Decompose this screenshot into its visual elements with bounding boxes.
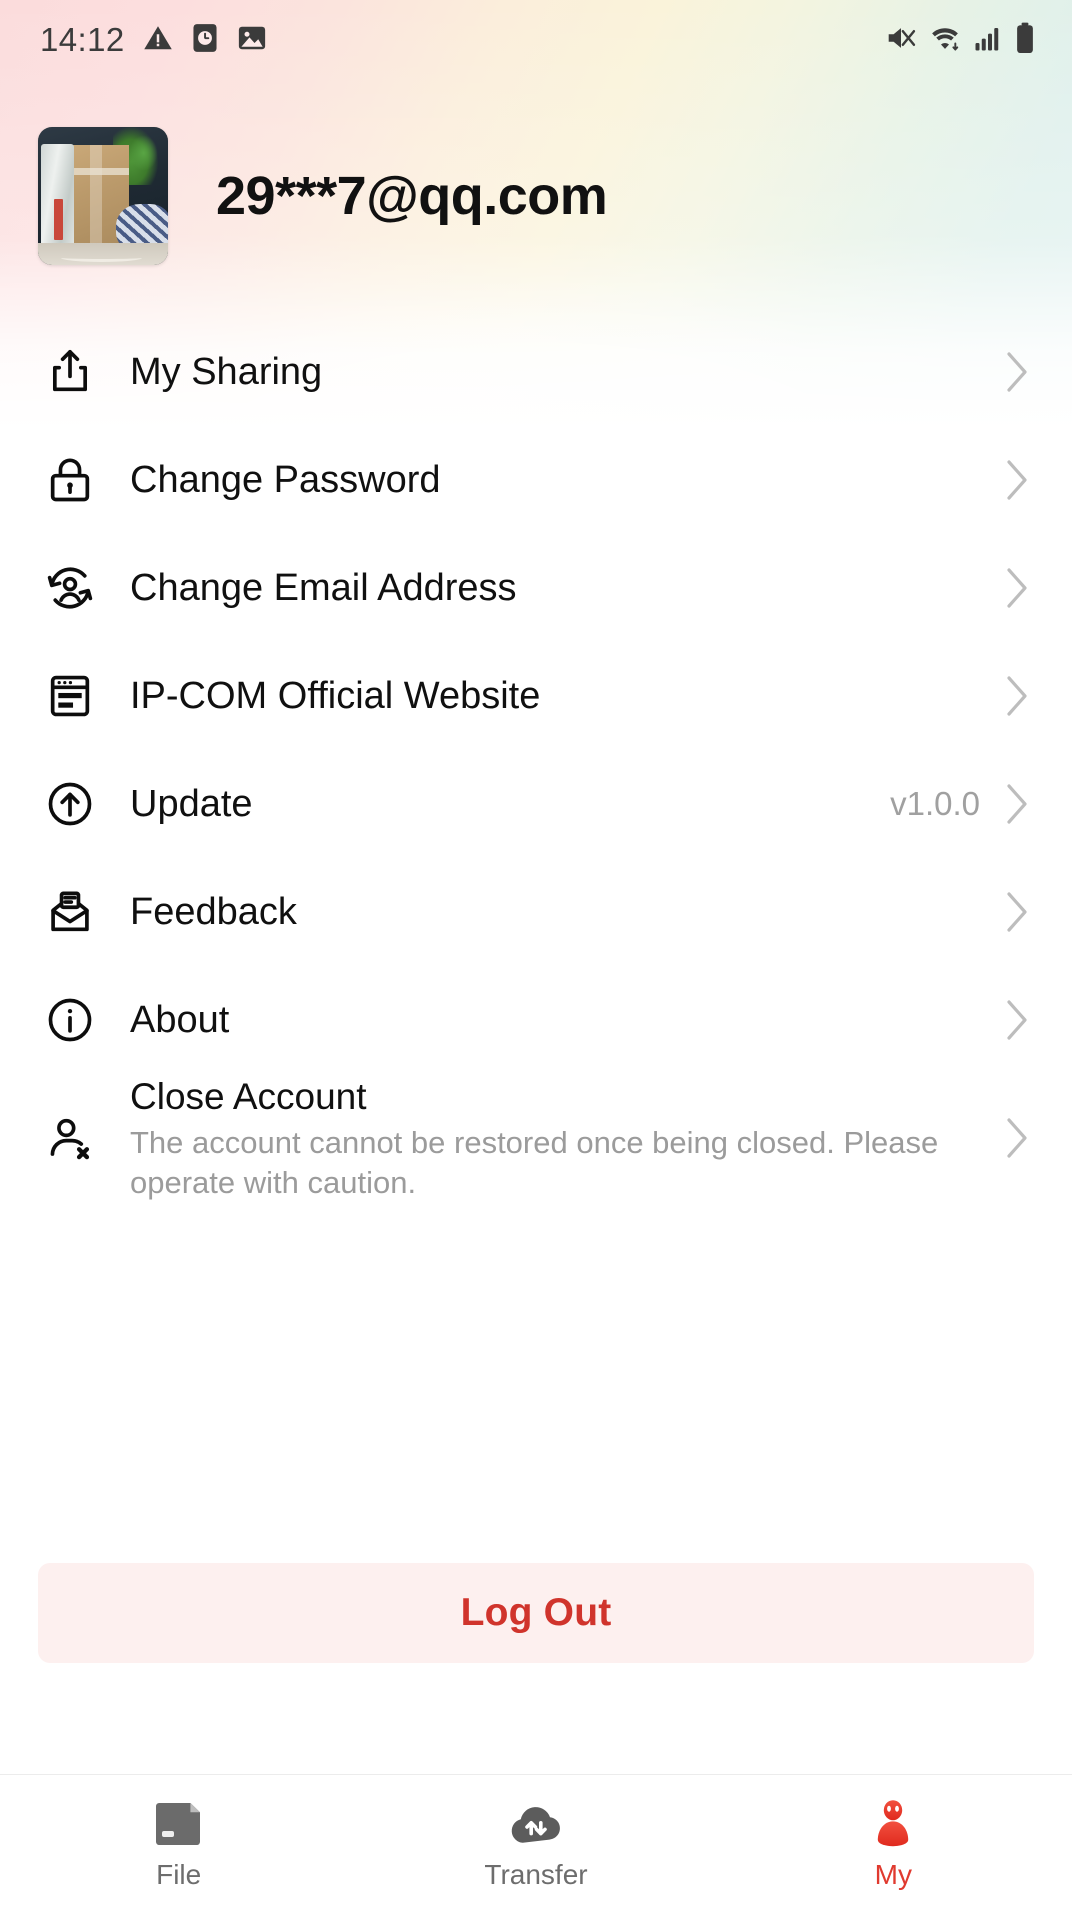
avatar[interactable] bbox=[38, 127, 168, 265]
chevron-right-icon bbox=[1000, 782, 1034, 826]
chevron-right-icon bbox=[1000, 566, 1034, 610]
menu-item-body: Change Password bbox=[130, 457, 1000, 503]
menu-item-label: About bbox=[130, 998, 230, 1041]
remove-user-icon bbox=[40, 1112, 100, 1164]
tab-label: File bbox=[156, 1859, 202, 1890]
log-out-button[interactable]: Log Out bbox=[38, 1563, 1034, 1663]
menu-item-label: IP-COM Official Website bbox=[130, 674, 541, 717]
menu-item-ipcom-official-website[interactable]: IP-COM Official Website bbox=[0, 642, 1072, 750]
wifi-icon bbox=[928, 23, 962, 58]
menu-item-body: IP-COM Official Website bbox=[130, 673, 1000, 719]
photo-icon bbox=[237, 23, 267, 58]
menu-item-description: The account cannot be restored once bein… bbox=[130, 1124, 939, 1200]
tab-file[interactable]: File bbox=[0, 1775, 357, 1912]
menu-item-body: Update bbox=[130, 781, 890, 827]
alarm-clock-icon bbox=[191, 23, 219, 58]
cellular-signal-icon bbox=[973, 23, 1003, 58]
update-arrow-icon bbox=[40, 778, 100, 830]
browser-window-icon bbox=[40, 670, 100, 722]
chevron-right-icon bbox=[1000, 998, 1034, 1042]
bottom-tab-bar: File Transfer My bbox=[0, 1774, 1072, 1912]
cloud-transfer-icon bbox=[508, 1797, 564, 1851]
tab-label: My bbox=[874, 1859, 912, 1890]
person-icon bbox=[869, 1797, 917, 1851]
battery-icon bbox=[1014, 22, 1036, 59]
status-bar: 14:12 bbox=[0, 0, 1072, 80]
menu-item-body: Change Email Address bbox=[130, 565, 1000, 611]
envelope-open-icon bbox=[40, 886, 100, 938]
menu-item-label: Feedback bbox=[130, 890, 297, 933]
chevron-right-icon bbox=[1000, 458, 1034, 502]
lock-icon bbox=[40, 454, 100, 506]
info-circle-icon bbox=[40, 994, 100, 1046]
warning-triangle-icon bbox=[143, 23, 173, 58]
menu-item-label: Update bbox=[130, 782, 253, 825]
tab-my[interactable]: My bbox=[715, 1775, 1072, 1912]
chevron-right-icon bbox=[1000, 1116, 1034, 1160]
switch-account-icon bbox=[40, 562, 100, 614]
menu-item-about[interactable]: About bbox=[0, 966, 1072, 1074]
menu-item-body: Close Account The account cannot be rest… bbox=[130, 1074, 1000, 1202]
status-bar-left: 14:12 bbox=[40, 21, 267, 59]
tab-label: Transfer bbox=[484, 1859, 588, 1890]
menu-item-label: Change Email Address bbox=[130, 566, 517, 609]
menu-item-feedback[interactable]: Feedback bbox=[0, 858, 1072, 966]
menu-item-body: Feedback bbox=[130, 889, 1000, 935]
menu-item-label: Close Account bbox=[130, 1075, 367, 1117]
chevron-right-icon bbox=[1000, 890, 1034, 934]
menu-item-change-email-address[interactable]: Change Email Address bbox=[0, 534, 1072, 642]
menu-item-my-sharing[interactable]: My Sharing bbox=[0, 318, 1072, 426]
status-bar-right bbox=[885, 22, 1036, 59]
menu-item-body: My Sharing bbox=[130, 349, 1000, 395]
app-screen: 14:12 29***7@qq.com My Sharing Change Pa… bbox=[0, 0, 1072, 1912]
menu-item-label: Change Password bbox=[130, 458, 441, 501]
folder-icon bbox=[152, 1797, 206, 1851]
status-time: 14:12 bbox=[40, 21, 125, 58]
tab-transfer[interactable]: Transfer bbox=[357, 1775, 714, 1912]
profile-header[interactable]: 29***7@qq.com bbox=[0, 126, 1072, 266]
menu-item-change-password[interactable]: Change Password bbox=[0, 426, 1072, 534]
menu-item-update[interactable]: Update v1.0.0 bbox=[0, 750, 1072, 858]
settings-menu: My Sharing Change Password Change Email … bbox=[0, 318, 1072, 1202]
share-icon bbox=[40, 346, 100, 398]
chevron-right-icon bbox=[1000, 350, 1034, 394]
menu-item-body: About bbox=[130, 997, 1000, 1043]
chevron-right-icon bbox=[1000, 674, 1034, 718]
menu-item-close-account[interactable]: Close Account The account cannot be rest… bbox=[0, 1074, 1072, 1202]
mute-vibrate-icon bbox=[885, 23, 917, 58]
profile-email: 29***7@qq.com bbox=[216, 166, 608, 226]
app-version-value: v1.0.0 bbox=[890, 785, 980, 822]
menu-item-label: My Sharing bbox=[130, 350, 323, 393]
